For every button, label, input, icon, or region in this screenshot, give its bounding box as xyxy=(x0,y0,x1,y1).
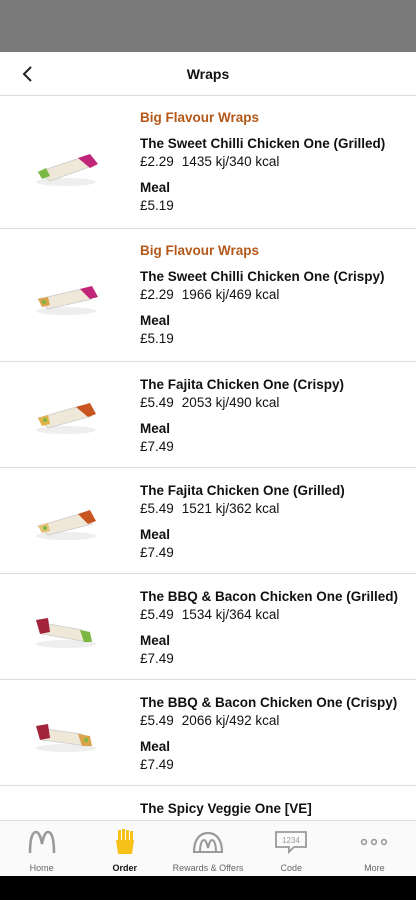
energy-info: 2053 kj/490 kcal xyxy=(181,395,280,410)
product-name: The BBQ & Bacon Chicken One (Crispy) xyxy=(140,695,398,710)
meal-price: £7.49 xyxy=(140,651,174,666)
list-item[interactable]: The BBQ & Bacon Chicken One (Crispy) £5.… xyxy=(0,680,416,786)
list-item[interactable]: The BBQ & Bacon Chicken One (Grilled) £5… xyxy=(0,574,416,680)
tab-label: Code xyxy=(280,863,302,873)
tab-label: More xyxy=(364,863,385,873)
wrap-image xyxy=(36,403,96,434)
meal-label: Meal xyxy=(140,633,171,648)
product-price: £5.49 xyxy=(140,501,174,516)
wrap-image xyxy=(36,724,96,752)
product-price: £5.49 xyxy=(140,395,174,410)
category-tag: Big Flavour Wraps xyxy=(140,243,260,258)
code-1234-icon: 1234 xyxy=(275,831,308,854)
bottom-tab-bar: Home Order Rewards & Offers 1234 Code Mo… xyxy=(0,820,416,876)
energy-info: 1435 kj/340 kcal xyxy=(181,154,280,169)
meal-price: £7.49 xyxy=(140,757,174,772)
list-item[interactable]: The Fajita Chicken One (Grilled) £5.49 15… xyxy=(0,468,416,574)
product-name: The Sweet Chilli Chicken One (Grilled) xyxy=(140,136,386,151)
wrap-image xyxy=(36,154,98,186)
category-tag: Big Flavour Wraps xyxy=(140,110,260,125)
tab-order[interactable]: Order xyxy=(83,821,166,876)
product-list: Big Flavour Wraps The Sweet Chilli Chick… xyxy=(0,96,416,820)
list-item[interactable]: Big Flavour Wraps The Sweet Chilli Chick… xyxy=(0,229,416,362)
more-dots-icon xyxy=(361,838,388,846)
list-item[interactable]: The Spicy Veggie One [VE] xyxy=(0,786,416,820)
product-name: The Spicy Veggie One [VE] xyxy=(140,801,312,816)
product-name: The Sweet Chilli Chicken One (Crispy) xyxy=(140,269,385,284)
product-name: The Fajita Chicken One (Crispy) xyxy=(140,377,345,392)
wrap-image xyxy=(36,510,96,540)
tab-label: Order xyxy=(112,863,138,873)
list-item[interactable]: Big Flavour Wraps The Sweet Chilli Chick… xyxy=(0,96,416,229)
meal-label: Meal xyxy=(140,527,171,542)
list-item[interactable]: The Fajita Chicken One (Crispy) £5.49 205… xyxy=(0,362,416,468)
product-name: The BBQ & Bacon Chicken One (Grilled) xyxy=(140,589,399,604)
energy-info: 1534 kj/364 kcal xyxy=(181,607,280,622)
tab-more[interactable]: More xyxy=(333,821,416,876)
product-price: £2.29 xyxy=(140,154,174,169)
tab-code[interactable]: 1234 Code xyxy=(250,821,333,876)
wrap-image xyxy=(36,286,98,315)
wrap-image xyxy=(36,618,96,648)
tab-label: Rewards & Offers xyxy=(172,863,244,873)
fries-icon xyxy=(115,829,134,854)
rewards-arches-icon xyxy=(192,831,224,853)
meal-label: Meal xyxy=(140,313,171,328)
meal-price: £7.49 xyxy=(140,545,174,560)
status-bar xyxy=(0,0,416,52)
meal-price: £7.49 xyxy=(140,439,174,454)
tab-rewards-offers[interactable]: Rewards & Offers xyxy=(166,821,249,876)
tab-home[interactable]: Home xyxy=(0,821,83,876)
meal-label: Meal xyxy=(140,421,171,436)
meal-price: £5.19 xyxy=(140,331,174,346)
page-title: Wraps xyxy=(186,66,230,82)
product-price: £2.29 xyxy=(140,287,174,302)
system-nav-bar xyxy=(0,876,416,900)
meal-price: £5.19 xyxy=(140,198,174,213)
product-price: £5.49 xyxy=(140,713,174,728)
energy-info: 1521 kj/362 kcal xyxy=(181,501,280,516)
svg-text:1234: 1234 xyxy=(282,836,300,845)
page-header: Wraps xyxy=(0,52,416,96)
product-name: The Fajita Chicken One (Grilled) xyxy=(140,483,345,498)
meal-label: Meal xyxy=(140,739,171,754)
meal-label: Meal xyxy=(140,180,171,195)
energy-info: 1966 kj/469 kcal xyxy=(181,287,280,302)
product-price: £5.49 xyxy=(140,607,174,622)
energy-info: 2066 kj/492 kcal xyxy=(181,713,280,728)
arches-icon xyxy=(28,830,55,854)
tab-label: Home xyxy=(29,863,54,873)
